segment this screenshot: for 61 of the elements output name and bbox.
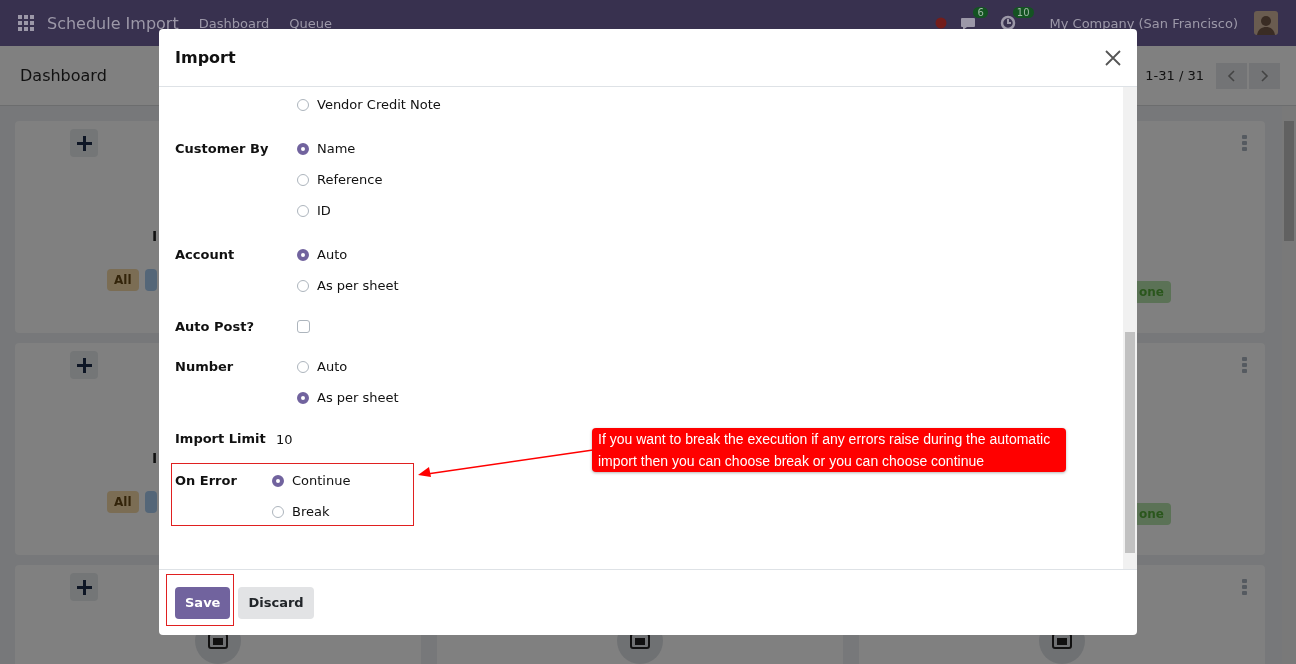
status-badge: one	[1137, 281, 1171, 303]
kebab-menu-icon[interactable]	[1242, 579, 1247, 595]
page-title: Dashboard	[20, 66, 107, 85]
field-label: Auto Post?	[175, 319, 254, 334]
dialog-title: Import	[175, 48, 237, 67]
apps-menu-icon[interactable]	[18, 15, 34, 31]
scrollbar[interactable]	[1123, 87, 1137, 569]
checkbox[interactable]	[297, 320, 310, 333]
menu-link[interactable]: Queue	[289, 15, 332, 31]
field-label: On Error	[175, 473, 237, 488]
field-label: Number	[175, 359, 234, 374]
radio-button[interactable]	[297, 391, 309, 404]
radio-option[interactable]: Vendor Credit Note	[297, 89, 441, 120]
card-title: I	[151, 227, 159, 246]
radio-option[interactable]: Continue	[272, 465, 351, 496]
discard-button[interactable]: Discard	[238, 586, 314, 619]
chat-icon[interactable]	[960, 15, 977, 31]
count-badge: 6	[973, 7, 988, 18]
add-button[interactable]	[70, 573, 98, 601]
chevron-right-icon	[1259, 68, 1270, 83]
callout-note: If you want to break the execution if any errors raise during the automatic import then you can choose break or you can choose continue	[592, 428, 1066, 472]
previous-button[interactable]	[1216, 62, 1247, 89]
radio-option[interactable]: Auto	[297, 351, 399, 382]
avatar-icon[interactable]	[1254, 11, 1278, 35]
radio-option[interactable]: Reference	[297, 164, 383, 195]
card-title: I	[151, 449, 159, 468]
highlight-frame	[166, 574, 234, 626]
close-icon	[1105, 49, 1121, 66]
kebab-menu-icon[interactable]	[1242, 357, 1247, 373]
kebab-menu-icon[interactable]	[1242, 135, 1247, 151]
radio-option[interactable]: Name	[297, 133, 383, 164]
field-label: Import Limit	[175, 431, 266, 446]
plus-icon	[76, 135, 92, 151]
count-badge: 10	[1012, 7, 1034, 18]
pager-value: 1-31 / 31	[1145, 68, 1204, 83]
radio-option[interactable]: As per sheet	[297, 382, 399, 413]
radio-option[interactable]: ID	[297, 195, 383, 226]
field-label: Account	[175, 247, 235, 262]
chevron-left-icon	[1226, 68, 1237, 83]
radio-option[interactable]: Auto	[297, 239, 399, 270]
field-label: Customer By	[175, 141, 269, 156]
radio-button[interactable]	[297, 248, 309, 261]
menu-link[interactable]: Dashboard	[198, 15, 270, 31]
next-button[interactable]	[1249, 62, 1280, 89]
close-button[interactable]	[1105, 49, 1121, 66]
status-badge: one	[1137, 503, 1171, 525]
field-value[interactable]: 10	[276, 431, 293, 447]
radio-button[interactable]	[272, 474, 284, 487]
save-button[interactable]: Save	[175, 586, 231, 619]
radio-option[interactable]: Break	[272, 496, 351, 527]
plus-icon	[76, 357, 92, 373]
radio-option[interactable]: As per sheet	[297, 270, 399, 301]
radio-button[interactable]	[297, 142, 309, 155]
plus-icon	[76, 579, 92, 595]
app-title[interactable]: Schedule Import	[47, 13, 179, 33]
status-badge: All	[107, 269, 139, 291]
clock-icon[interactable]	[999, 15, 1016, 31]
status-badge: All	[107, 491, 139, 513]
add-button[interactable]	[70, 351, 98, 379]
status-dot-icon	[935, 17, 948, 29]
add-button[interactable]	[70, 129, 98, 157]
